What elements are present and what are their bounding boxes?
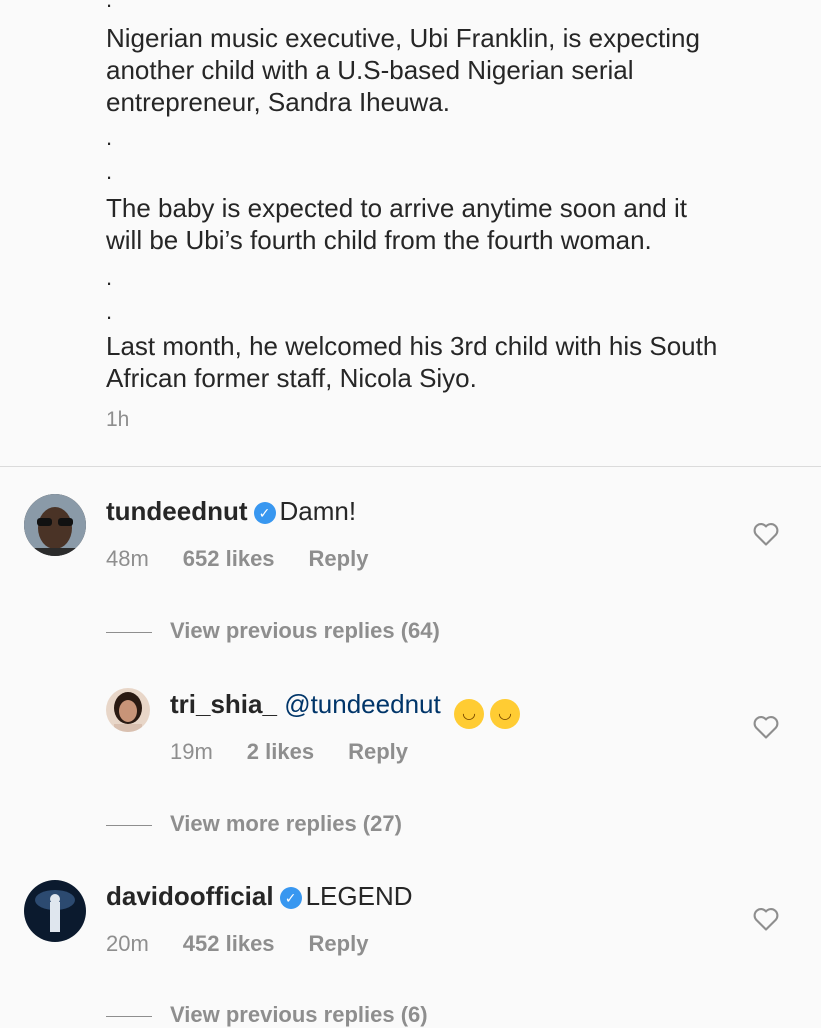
divider <box>0 466 821 467</box>
reply-meta: 19m 2 likes Reply <box>170 739 442 765</box>
reply-rule <box>106 1015 152 1017</box>
reply-button[interactable]: Reply <box>309 931 369 956</box>
caption-paragraph-1: Nigerian music executive, Ubi Franklin, … <box>106 23 700 117</box>
comment-body: tundeednut ✓ Damn! <box>106 496 356 527</box>
view-previous-replies[interactable]: View previous replies (6) <box>106 1002 428 1028</box>
tears-of-joy-emoji: ◡ <box>489 699 520 729</box>
comment-body: davidoofficial ✓ LEGEND <box>106 881 413 912</box>
rolling-on-floor-laughing-emoji: ◡ <box>453 699 484 729</box>
caption-dot: . <box>106 125 113 150</box>
verified-badge-icon: ✓ <box>253 502 276 524</box>
caption-dot: . <box>106 159 113 184</box>
caption-dot: . <box>106 299 113 324</box>
avatar-tri-shia[interactable] <box>106 688 150 732</box>
caption-paragraph-2: The baby is expected to arrive anytime s… <box>106 193 687 255</box>
reply-button[interactable]: Reply <box>309 546 369 571</box>
heart-icon[interactable] <box>752 906 780 932</box>
likes-count[interactable]: 2 likes <box>247 739 314 764</box>
caption-dot: . <box>106 0 112 16</box>
heart-icon[interactable] <box>752 521 780 547</box>
comment-time: 48m <box>106 546 149 571</box>
post-timestamp: 1h <box>106 408 130 431</box>
username-tundeednut[interactable]: tundeednut <box>106 496 248 526</box>
comment-time: 20m <box>106 931 149 956</box>
comment-meta: 48m 652 likes Reply <box>106 546 402 572</box>
reply-rule <box>106 631 152 633</box>
avatar-tundeednut[interactable] <box>24 494 86 556</box>
comment-meta: 20m 452 likes Reply <box>106 931 402 957</box>
likes-count[interactable]: 652 likes <box>183 546 275 571</box>
comment-text: LEGEND <box>305 881 413 911</box>
comment-text: Damn! <box>279 496 357 526</box>
verified-badge-icon: ✓ <box>279 887 302 909</box>
reply-body: tri_shia_ @tundeednut ◡ ◡ <box>170 689 520 729</box>
mention-link[interactable]: @tundeednut <box>284 689 441 719</box>
view-previous-replies[interactable]: View previous replies (64) <box>106 618 440 644</box>
username-tri-shia[interactable]: tri_shia_ <box>170 689 277 719</box>
caption-paragraph-3: Last month, he welcomed his 3rd child wi… <box>106 331 718 393</box>
avatar-davidoofficial[interactable] <box>24 880 86 942</box>
reply-rule <box>106 824 152 826</box>
reply-button[interactable]: Reply <box>348 739 408 764</box>
likes-count[interactable]: 452 likes <box>183 931 275 956</box>
caption-dot: . <box>106 265 113 290</box>
heart-icon[interactable] <box>752 714 780 740</box>
comment-time: 19m <box>170 739 213 764</box>
username-davidoofficial[interactable]: davidoofficial <box>106 881 274 911</box>
view-more-replies[interactable]: View more replies (27) <box>106 811 402 837</box>
